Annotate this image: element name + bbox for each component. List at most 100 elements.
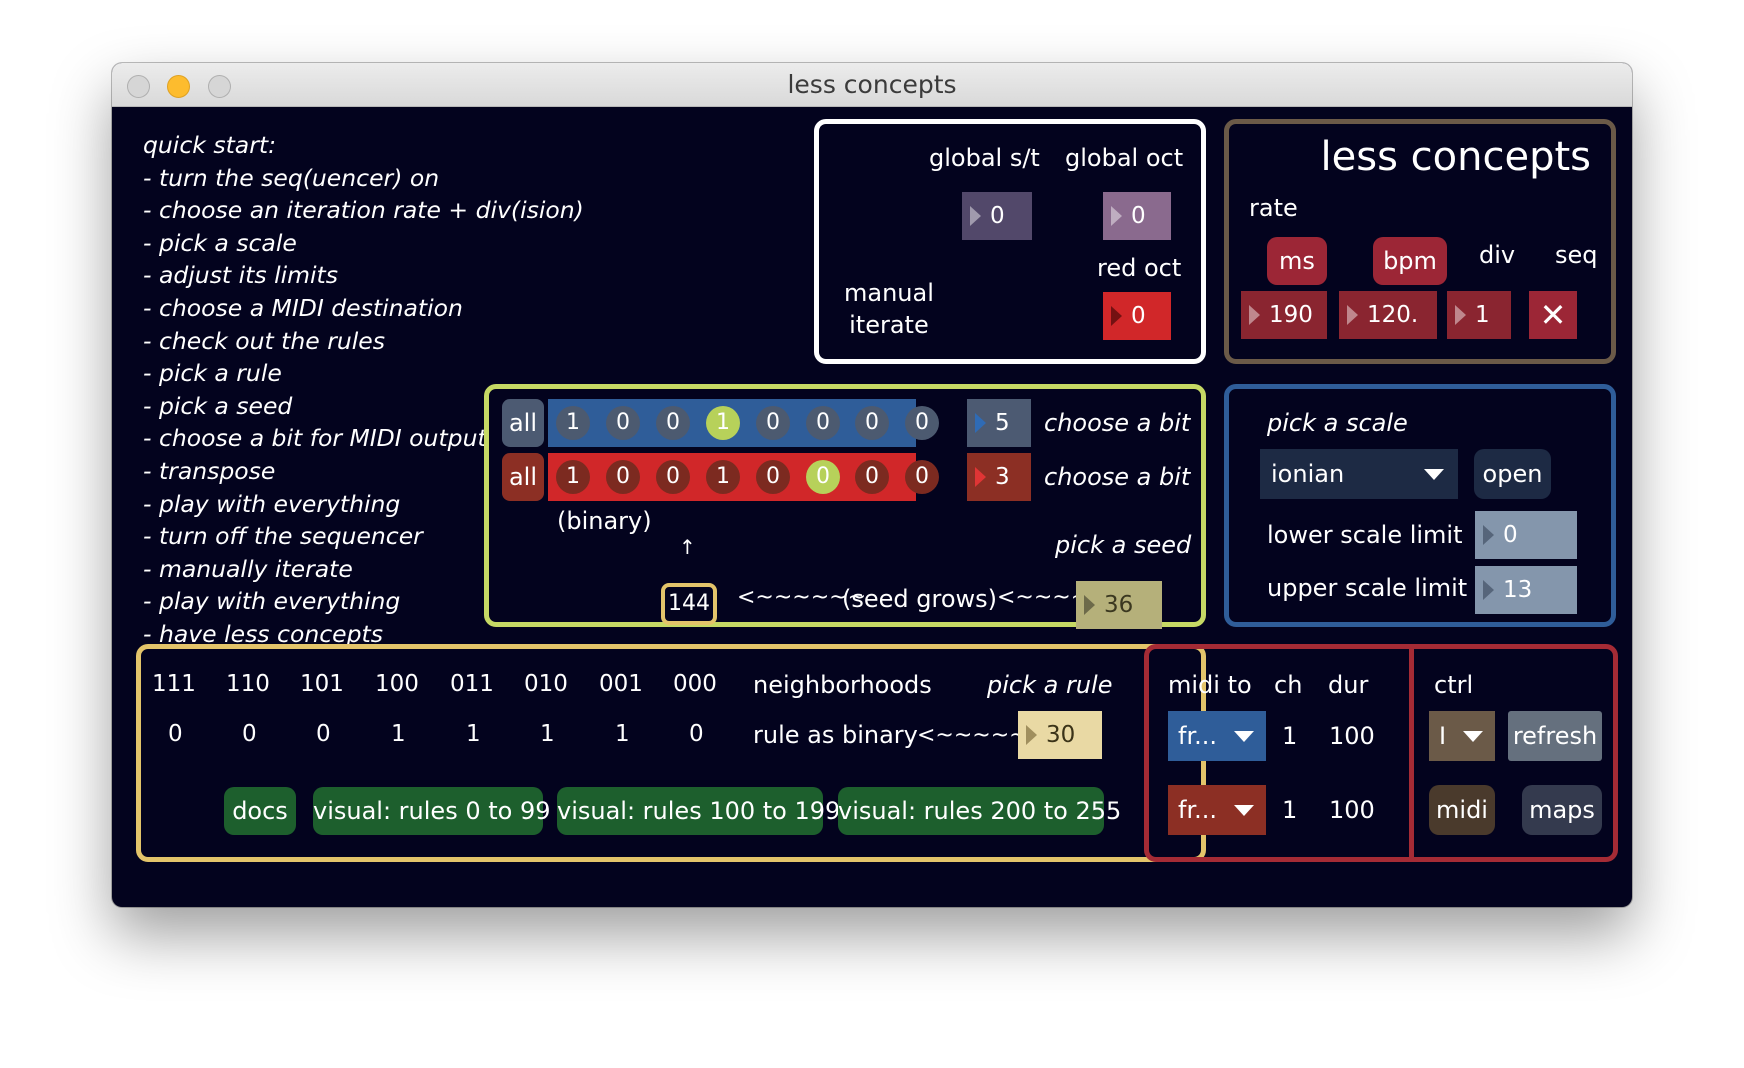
all-bits-red-button[interactable]: all xyxy=(502,453,544,501)
midi-duration-value[interactable]: 100 xyxy=(1329,796,1375,824)
chevron-down-icon xyxy=(1234,731,1254,742)
div-label: div xyxy=(1479,241,1516,269)
pick-seed-label: pick a seed xyxy=(1055,531,1192,559)
midi-channel-value[interactable]: 1 xyxy=(1282,796,1297,824)
red-bit[interactable]: 1 xyxy=(706,460,740,494)
blue-bit[interactable]: 0 xyxy=(656,406,690,440)
neighborhood-pattern: 101 xyxy=(300,671,344,697)
bpm-value: 120. xyxy=(1367,302,1419,328)
midi-destination-value: fr... xyxy=(1178,722,1217,750)
midi-panel: midi to ch dur fr... 1 100 fr... 1 100 c… xyxy=(1144,644,1618,862)
chevron-down-icon xyxy=(1463,731,1483,742)
neighborhood-pattern: 110 xyxy=(226,671,270,697)
bpm-button[interactable]: bpm xyxy=(1373,237,1447,285)
chevron-down-icon xyxy=(1424,469,1444,480)
up-arrow-icon: ↑ xyxy=(679,535,696,559)
blue-bit-number[interactable]: 5 xyxy=(967,399,1031,447)
maps-button[interactable]: maps xyxy=(1522,785,1602,835)
rule-bit: 1 xyxy=(615,721,630,747)
rule-number[interactable]: 30 xyxy=(1018,711,1102,759)
lower-scale-limit-number[interactable]: 0 xyxy=(1475,511,1577,559)
blue-bit[interactable]: 0 xyxy=(606,406,640,440)
neighborhoods-label: neighborhoods xyxy=(753,671,932,699)
midi-button[interactable]: midi xyxy=(1429,785,1495,835)
manual-iterate-label[interactable]: manual iterate xyxy=(844,277,934,341)
blue-bit[interactable]: 0 xyxy=(806,406,840,440)
ctrl-dropdown[interactable]: I xyxy=(1429,711,1495,761)
rule-bit: 0 xyxy=(316,721,331,747)
red-bit[interactable]: 1 xyxy=(556,460,590,494)
seed-number[interactable]: 36 xyxy=(1076,581,1162,629)
blue-bit[interactable]: 0 xyxy=(756,406,790,440)
red-bit[interactable]: 0 xyxy=(855,460,889,494)
midi-duration-value[interactable]: 100 xyxy=(1329,722,1375,750)
ms-number[interactable]: 190 xyxy=(1241,291,1327,339)
rule-as-binary-label: rule as binary xyxy=(753,721,918,749)
ctrl-dropdown-value: I xyxy=(1439,722,1447,750)
quick-start-title: quick start: xyxy=(143,131,276,159)
scale-dropdown-value: ionian xyxy=(1271,460,1345,488)
global-oct-label: global oct xyxy=(1065,144,1184,172)
div-number[interactable]: 1 xyxy=(1447,291,1511,339)
red-bit[interactable]: 0 xyxy=(905,460,939,494)
number-arrow-icon xyxy=(1111,206,1122,226)
seq-toggle[interactable]: ✕ xyxy=(1529,291,1577,339)
manual-iterate-line2: iterate xyxy=(849,311,929,339)
blue-bit[interactable]: 0 xyxy=(905,406,939,440)
blue-bit-selected[interactable]: 1 xyxy=(706,406,740,440)
blue-bit[interactable]: 1 xyxy=(556,406,590,440)
red-oct-value: 0 xyxy=(1131,303,1146,329)
window-title: less concepts xyxy=(787,70,957,99)
number-arrow-icon xyxy=(1347,305,1358,325)
midi-destination-dropdown-2[interactable]: fr... xyxy=(1168,785,1266,835)
midi-destination-dropdown-1[interactable]: fr... xyxy=(1168,711,1266,761)
red-bit[interactable]: 0 xyxy=(756,460,790,494)
red-bit-number[interactable]: 3 xyxy=(967,453,1031,501)
patch-content: quick start: - turn the seq(uencer) on -… xyxy=(112,107,1632,907)
number-arrow-icon xyxy=(975,413,986,433)
seq-label: seq xyxy=(1555,241,1598,269)
neighborhood-pattern: 111 xyxy=(152,671,196,697)
visual-rules-100-199-button[interactable]: visual: rules 100 to 199 xyxy=(557,787,840,835)
neighborhood-pattern: 000 xyxy=(673,671,717,697)
midi-channel-value[interactable]: 1 xyxy=(1282,722,1297,750)
ch-label: ch xyxy=(1274,671,1303,699)
refresh-button[interactable]: refresh xyxy=(1508,711,1602,761)
seed-grows-label: (seed grows) xyxy=(842,585,998,613)
number-arrow-icon xyxy=(1455,305,1466,325)
seed-value: 36 xyxy=(1104,592,1134,618)
red-bit-selected[interactable]: 0 xyxy=(806,460,840,494)
quick-start-step: - choose a MIDI destination xyxy=(143,293,463,322)
red-bit[interactable]: 0 xyxy=(606,460,640,494)
rule-value: 30 xyxy=(1046,722,1076,748)
open-scale-button[interactable]: open xyxy=(1474,449,1551,499)
visual-rules-0-99-button[interactable]: visual: rules 0 to 99 xyxy=(313,787,550,835)
docs-button[interactable]: docs xyxy=(224,787,296,835)
lower-scale-limit-value: 0 xyxy=(1503,522,1518,548)
scale-dropdown[interactable]: ionian xyxy=(1260,449,1458,499)
red-bit[interactable]: 0 xyxy=(656,460,690,494)
choose-bit-label: choose a bit xyxy=(1044,409,1191,437)
visual-rules-200-255-button[interactable]: visual: rules 200 to 255 xyxy=(838,787,1121,835)
rate-label: rate xyxy=(1249,194,1298,222)
red-oct-label: red oct xyxy=(1097,254,1182,282)
global-oct-number[interactable]: 0 xyxy=(1103,192,1171,240)
red-oct-number[interactable]: 0 xyxy=(1103,292,1171,340)
div-value: 1 xyxy=(1475,302,1490,328)
blue-bit[interactable]: 0 xyxy=(855,406,889,440)
ms-button[interactable]: ms xyxy=(1267,237,1327,285)
quick-start-step: - adjust its limits xyxy=(143,261,339,290)
global-st-number[interactable]: 0 xyxy=(962,192,1032,240)
binary-label: (binary) xyxy=(557,507,652,535)
quick-start-step: - check out the rules xyxy=(143,326,385,355)
global-oct-value: 0 xyxy=(1131,203,1146,229)
all-bits-blue-button[interactable]: all xyxy=(502,399,544,447)
rule-bit: 0 xyxy=(689,721,704,747)
number-arrow-icon xyxy=(970,206,981,226)
rule-bit: 1 xyxy=(391,721,406,747)
bpm-number[interactable]: 120. xyxy=(1339,291,1437,339)
rule-bit: 0 xyxy=(242,721,257,747)
upper-scale-limit-number[interactable]: 13 xyxy=(1475,566,1577,614)
lower-scale-limit-label: lower scale limit xyxy=(1267,521,1463,549)
seed-result-value: 144 xyxy=(668,591,710,616)
